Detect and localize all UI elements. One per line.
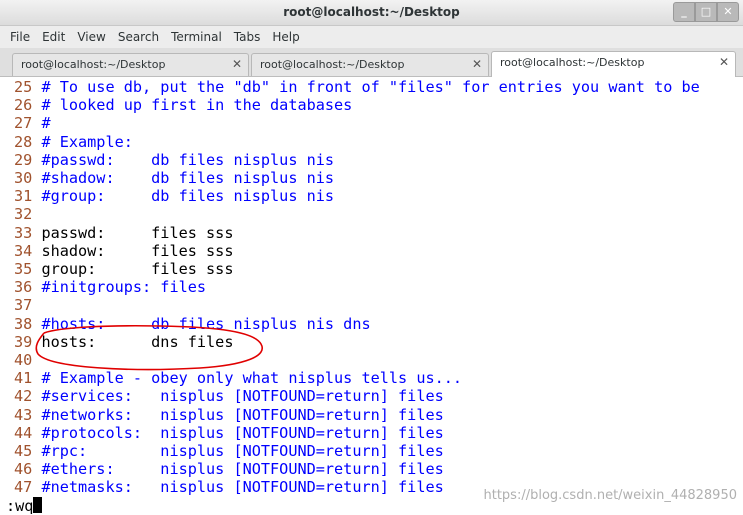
annotation-stroke [35,324,263,371]
red-annotation-ellipse [35,324,263,371]
